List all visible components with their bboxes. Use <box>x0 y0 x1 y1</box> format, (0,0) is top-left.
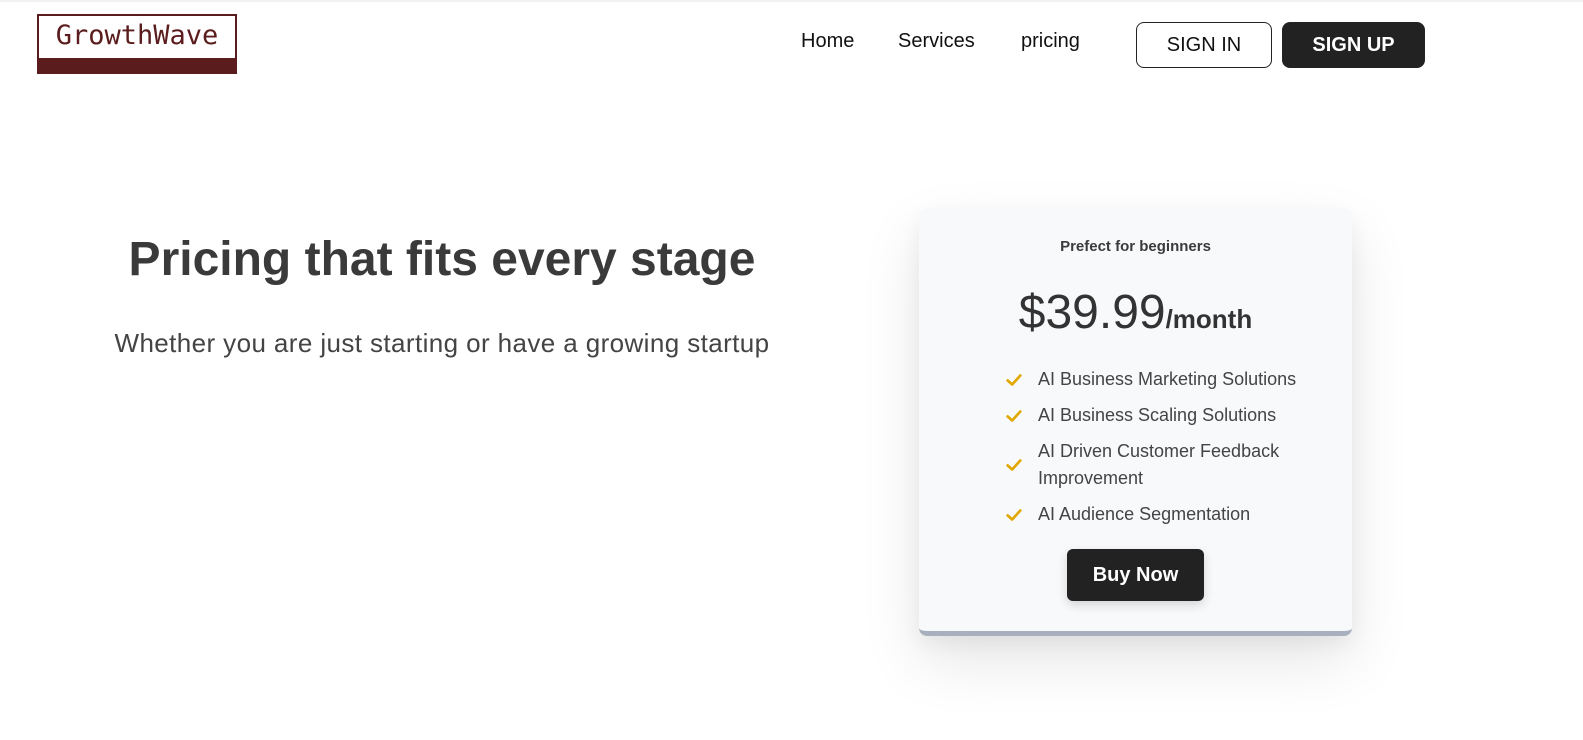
plan-tagline: Prefect for beginners <box>1060 238 1211 255</box>
top-divider <box>0 0 1583 2</box>
logo-underline <box>37 58 237 74</box>
feature-label: AI Driven Customer Feedback Improvement <box>1038 441 1280 488</box>
plan-period: /month <box>1165 304 1253 334</box>
check-icon <box>1004 402 1024 429</box>
logo[interactable]: GrowthWave <box>37 14 237 74</box>
feature-label: AI Business Marketing Solutions <box>1038 369 1297 389</box>
feature-label: AI Business Scaling Solutions <box>1038 405 1277 425</box>
buy-now-button[interactable]: Buy Now <box>1067 549 1204 601</box>
price-row: $39.99/month <box>919 285 1352 340</box>
logo-text: GrowthWave <box>55 20 219 51</box>
nav-link-pricing[interactable]: pricing <box>1021 30 1080 53</box>
sign-in-button[interactable]: SIGN IN <box>1136 22 1272 68</box>
plan-price: $39.99 <box>1018 286 1166 339</box>
check-icon <box>1004 501 1024 528</box>
nav-link-home[interactable]: Home <box>801 30 854 53</box>
feature-item: AI Business Scaling Solutions <box>1004 402 1324 429</box>
hero-subtitle: Whether you are just starting or have a … <box>114 328 770 358</box>
check-icon <box>1004 366 1024 393</box>
hero-title: Pricing that fits every stage <box>128 233 756 286</box>
nav-link-services[interactable]: Services <box>898 30 975 53</box>
feature-list: AI Business Marketing Solutions AI Busin… <box>1004 366 1324 537</box>
feature-item: AI Audience Segmentation <box>1004 501 1324 528</box>
pricing-card: Prefect for beginners $39.99/month AI Bu… <box>919 209 1352 636</box>
sign-up-button[interactable]: SIGN UP <box>1282 22 1425 68</box>
feature-item: AI Driven Customer Feedback Improvement <box>1004 438 1324 492</box>
feature-item: AI Business Marketing Solutions <box>1004 366 1324 393</box>
feature-label: AI Audience Segmentation <box>1038 504 1251 524</box>
check-icon <box>1004 451 1024 478</box>
